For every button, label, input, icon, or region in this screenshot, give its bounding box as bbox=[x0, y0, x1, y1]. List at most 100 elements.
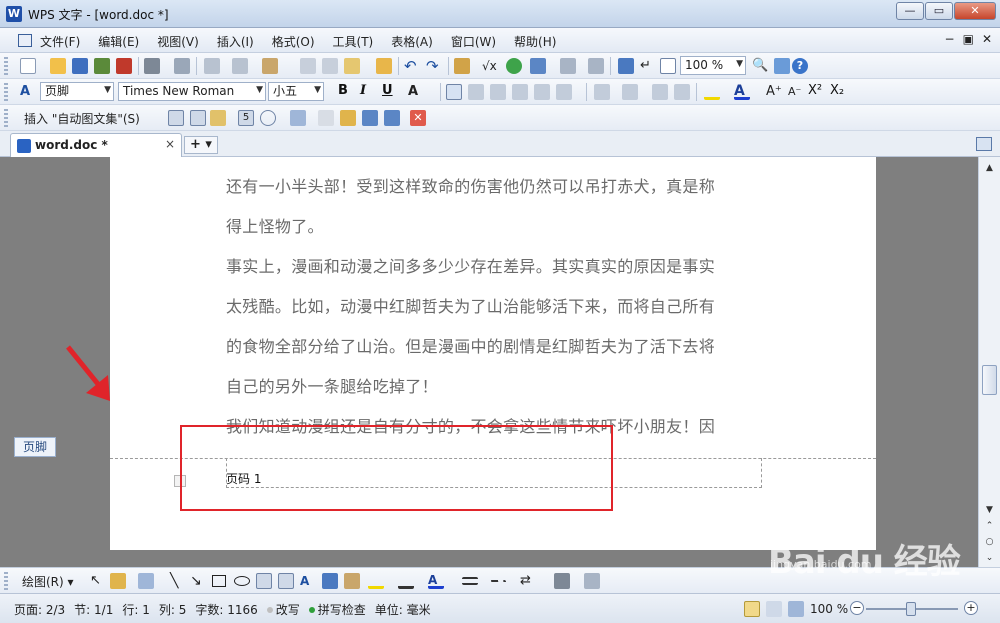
numbered-list-icon[interactable] bbox=[594, 84, 610, 100]
doc-close-button[interactable]: ✕ bbox=[982, 32, 992, 46]
zoom-combo[interactable]: 100 % ▼ bbox=[680, 56, 746, 75]
align-right-icon[interactable] bbox=[490, 84, 506, 100]
italic-button[interactable]: I bbox=[360, 83, 366, 98]
menu-edit[interactable]: 编辑(E) bbox=[98, 33, 139, 50]
paragraph-mark-icon[interactable]: ↵ bbox=[640, 58, 656, 74]
bold-button[interactable]: B bbox=[338, 83, 348, 98]
find-icon[interactable]: 🔍 bbox=[752, 58, 768, 74]
page-count-icon[interactable] bbox=[190, 110, 206, 126]
close-button[interactable]: ✕ bbox=[954, 2, 996, 20]
align-center-icon[interactable] bbox=[468, 84, 484, 100]
increase-indent-icon[interactable] bbox=[674, 84, 690, 100]
text-box-icon[interactable] bbox=[256, 573, 272, 589]
tab-close-icon[interactable]: × bbox=[165, 137, 175, 151]
fill-color-icon[interactable] bbox=[368, 573, 384, 589]
insert-picture-icon[interactable] bbox=[344, 573, 360, 589]
scroll-up-icon[interactable]: ▲ bbox=[982, 161, 997, 175]
distribute-icon[interactable] bbox=[534, 84, 550, 100]
settings-icon[interactable] bbox=[774, 58, 790, 74]
toolbar-grip[interactable] bbox=[4, 83, 8, 101]
arrow-tool-icon[interactable]: ↘ bbox=[190, 573, 206, 589]
insert-autotext-button[interactable]: 插入 "自动图文集"(S) bbox=[24, 110, 140, 127]
print-preview-icon[interactable] bbox=[174, 58, 190, 74]
maximize-button[interactable]: ▭ bbox=[925, 2, 953, 20]
menu-table[interactable]: 表格(A) bbox=[391, 33, 433, 50]
font-combo[interactable]: Times New Roman ▼ bbox=[118, 82, 266, 101]
menu-insert[interactable]: 插入(I) bbox=[217, 33, 254, 50]
drawing-menu-button[interactable]: 绘图(R) ▾ bbox=[22, 573, 74, 590]
shadow-icon[interactable] bbox=[554, 573, 570, 589]
ellipse-icon[interactable] bbox=[234, 576, 250, 586]
traditional-chinese-icon[interactable] bbox=[262, 58, 278, 74]
menu-window[interactable]: 窗口(W) bbox=[451, 33, 496, 50]
open-folder-icon[interactable] bbox=[50, 58, 66, 74]
3d-icon[interactable] bbox=[584, 573, 600, 589]
scissors-icon[interactable] bbox=[322, 58, 338, 74]
subscript-button[interactable]: X₂ bbox=[830, 83, 844, 98]
justify-icon[interactable] bbox=[512, 84, 528, 100]
arrow-style-icon[interactable]: ⇄ bbox=[520, 573, 536, 589]
select-pointer-icon[interactable]: ↖ bbox=[90, 573, 106, 589]
text-effect-icon[interactable]: A bbox=[408, 84, 424, 100]
highlight-icon[interactable] bbox=[704, 84, 720, 100]
menu-help[interactable]: 帮助(H) bbox=[514, 33, 556, 50]
outline-view-icon[interactable] bbox=[766, 601, 782, 617]
page-number-icon[interactable] bbox=[168, 110, 184, 126]
doc-restore-button[interactable]: ▣ bbox=[963, 32, 974, 46]
vertical-text-box-icon[interactable] bbox=[278, 573, 294, 589]
show-hide-icon[interactable] bbox=[618, 58, 634, 74]
show-previous-icon[interactable] bbox=[362, 110, 378, 126]
table-icon[interactable] bbox=[530, 58, 546, 74]
scroll-thumb[interactable] bbox=[982, 365, 997, 395]
copy-format-icon[interactable] bbox=[204, 58, 220, 74]
align-left-icon[interactable] bbox=[446, 84, 462, 100]
autoshapes-icon[interactable] bbox=[138, 573, 154, 589]
style-combo[interactable]: 页脚 ▼ bbox=[40, 82, 114, 101]
wps-app-icon[interactable]: W bbox=[6, 6, 22, 22]
rectangle-icon[interactable] bbox=[212, 575, 226, 587]
font-size-combo[interactable]: 小五 ▼ bbox=[268, 82, 324, 101]
wordart-icon[interactable]: A bbox=[300, 573, 316, 589]
document-menu-icon[interactable] bbox=[18, 34, 32, 47]
save-icon[interactable] bbox=[72, 58, 88, 74]
tab-word-doc[interactable]: word.doc * × bbox=[10, 133, 182, 157]
new-document-icon[interactable] bbox=[20, 58, 36, 74]
insert-table-icon[interactable] bbox=[454, 58, 470, 74]
help-icon[interactable]: ? bbox=[792, 58, 808, 74]
underline-button[interactable]: U bbox=[382, 83, 393, 98]
next-page-icon[interactable]: ⌄ bbox=[982, 551, 997, 565]
insert-date-icon[interactable]: 5 bbox=[238, 110, 254, 126]
line-style-icon[interactable] bbox=[462, 577, 478, 585]
print-icon[interactable] bbox=[144, 58, 160, 74]
line-icon[interactable]: ╲ bbox=[170, 573, 186, 589]
same-as-previous-icon[interactable] bbox=[318, 110, 334, 126]
switch-header-footer-icon[interactable] bbox=[340, 110, 356, 126]
toolbar-grip[interactable] bbox=[4, 57, 8, 75]
menu-view[interactable]: 视图(V) bbox=[157, 33, 199, 50]
columns-icon[interactable] bbox=[560, 58, 576, 74]
revise-toggle[interactable]: 改写 bbox=[266, 601, 300, 618]
toolbar-grip[interactable] bbox=[4, 109, 8, 127]
format-page-number-icon[interactable] bbox=[210, 110, 226, 126]
page-width-icon[interactable] bbox=[660, 58, 676, 74]
grow-font-icon[interactable]: A⁺ bbox=[766, 84, 782, 100]
page-view-icon[interactable] bbox=[744, 601, 760, 617]
menu-format[interactable]: 格式(O) bbox=[272, 33, 315, 50]
select-objects-icon[interactable] bbox=[110, 573, 126, 589]
minimize-button[interactable]: — bbox=[896, 2, 924, 20]
drawing-icon[interactable] bbox=[588, 58, 604, 74]
scroll-down-icon[interactable]: ▼ bbox=[982, 503, 997, 517]
close-header-footer-icon[interactable]: ✕ bbox=[410, 110, 426, 126]
formula-icon[interactable]: √x bbox=[482, 58, 498, 74]
zoom-out-button[interactable]: − bbox=[850, 601, 864, 615]
menu-tools[interactable]: 工具(T) bbox=[333, 33, 374, 50]
page-setup-icon[interactable] bbox=[290, 110, 306, 126]
dash-style-icon[interactable] bbox=[490, 580, 506, 584]
export-icon[interactable] bbox=[94, 58, 110, 74]
cut-icon[interactable] bbox=[300, 58, 316, 74]
diagram-icon[interactable] bbox=[322, 573, 338, 589]
menu-file[interactable]: 文件(F) bbox=[40, 33, 80, 50]
vertical-scrollbar[interactable]: ▲ ▼ ⌃ ○ ⌄ bbox=[978, 157, 1000, 567]
insert-time-icon[interactable] bbox=[260, 110, 276, 126]
spell-check-toggle[interactable]: 拼写检查 bbox=[308, 601, 366, 618]
